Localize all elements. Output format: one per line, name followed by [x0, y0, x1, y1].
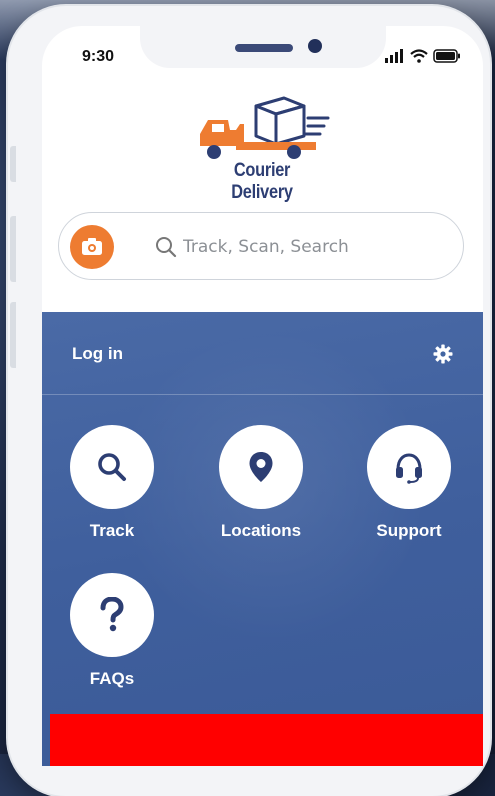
- divider: [42, 394, 483, 395]
- search-icon: [98, 453, 126, 481]
- support-tile[interactable]: Support: [349, 425, 469, 541]
- faqs-button[interactable]: [70, 573, 154, 657]
- track-label: Track: [89, 521, 135, 540]
- login-link[interactable]: Log in: [72, 344, 123, 364]
- search-icon: [156, 237, 177, 258]
- speaker: [235, 44, 293, 52]
- volume-up-button: [10, 216, 16, 282]
- wifi-icon: [410, 49, 428, 63]
- search-bar[interactable]: [58, 212, 464, 280]
- banner-area[interactable]: [50, 714, 483, 766]
- support-button[interactable]: [367, 425, 451, 509]
- locations-label: Locations: [220, 521, 302, 540]
- phone-frame: 9:30 Courier Delivery Track, Scan, Searc…: [8, 6, 490, 796]
- quick-actions-panel: Log in Track Locations Support FAQs: [42, 312, 483, 766]
- gear-icon[interactable]: [433, 344, 453, 364]
- headset-icon: [396, 453, 422, 484]
- support-label: Support: [376, 521, 442, 540]
- status-time: 9:30: [82, 48, 115, 65]
- mute-switch: [10, 146, 16, 182]
- track-button[interactable]: [70, 425, 154, 509]
- question-mark-icon: [100, 597, 124, 632]
- front-camera: [308, 39, 322, 53]
- faqs-label: FAQs: [89, 669, 135, 688]
- faqs-tile[interactable]: FAQs: [52, 573, 172, 689]
- notch: [140, 26, 386, 68]
- track-tile[interactable]: Track: [52, 425, 172, 541]
- search-input[interactable]: [181, 231, 445, 263]
- app-screen: 9:30 Courier Delivery Track, Scan, Searc…: [42, 26, 483, 766]
- location-pin-icon: [249, 452, 273, 482]
- signal-icon: [385, 49, 403, 63]
- locations-tile[interactable]: Locations: [201, 425, 321, 541]
- camera-icon: [82, 238, 102, 255]
- brand-name: Courier Delivery: [231, 160, 293, 203]
- status-icons: [385, 49, 461, 63]
- camera-scan-button[interactable]: [70, 225, 114, 269]
- battery-icon: [433, 49, 460, 63]
- locations-button[interactable]: [219, 425, 303, 509]
- volume-down-button: [10, 302, 16, 368]
